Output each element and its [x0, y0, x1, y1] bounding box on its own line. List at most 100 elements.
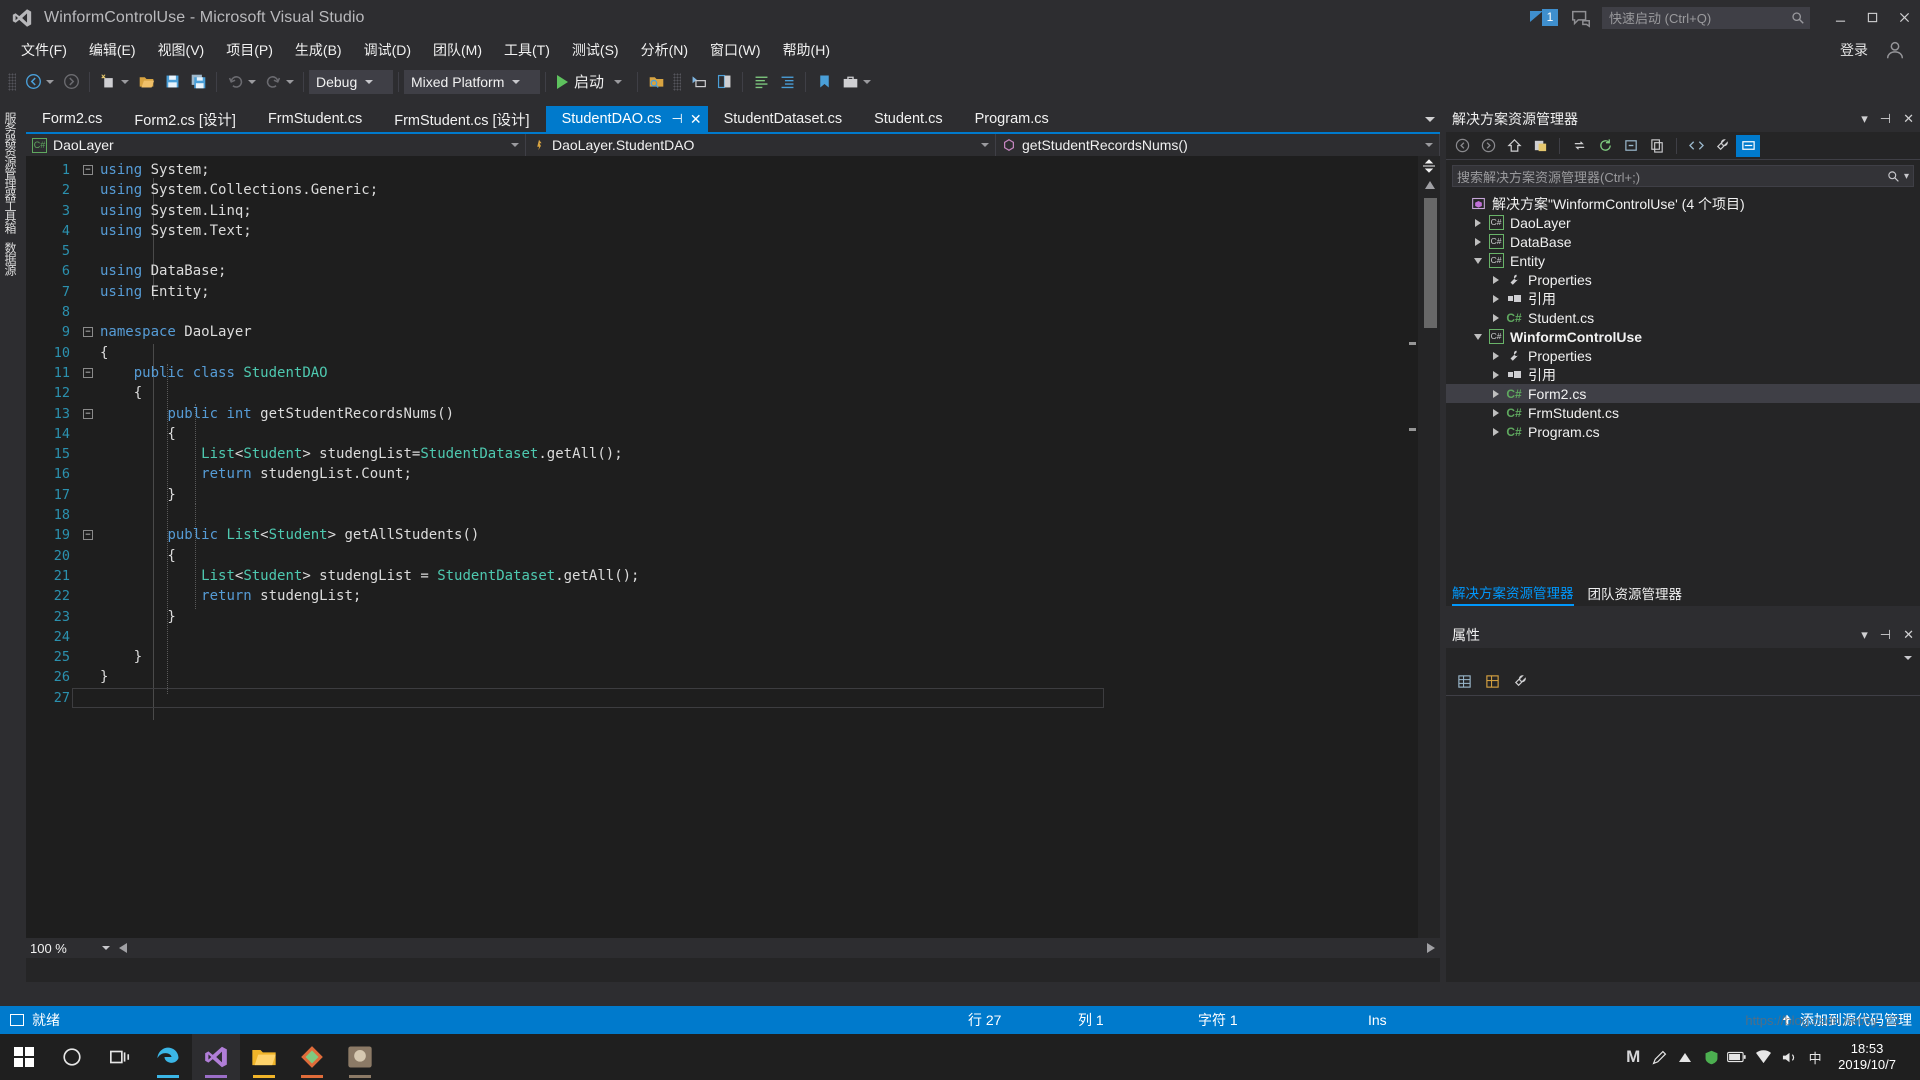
- account-icon[interactable]: [1884, 39, 1906, 61]
- bookmark-icon[interactable]: [811, 70, 837, 94]
- tree-item[interactable]: C# Form2.cs: [1446, 384, 1920, 403]
- maximize-button[interactable]: [1856, 3, 1888, 33]
- toolbar-grip[interactable]: [8, 72, 16, 91]
- editor-split-handle[interactable]: [1420, 156, 1438, 176]
- taskbar-app-explorer[interactable]: [240, 1034, 288, 1080]
- toolbox-icon[interactable]: [837, 70, 863, 94]
- tree-item[interactable]: C# DataBase: [1446, 232, 1920, 251]
- chevron-up-icon[interactable]: [1672, 1034, 1698, 1080]
- menu-item-debug[interactable]: 调试(D): [353, 37, 422, 63]
- tree-twisty-collapsed[interactable]: [1488, 275, 1504, 284]
- battery-icon[interactable]: [1724, 1034, 1750, 1080]
- tree-twisty-collapsed[interactable]: [1470, 218, 1486, 227]
- tree-twisty-expanded[interactable]: [1470, 333, 1486, 340]
- close-icon[interactable]: ✕: [1903, 627, 1914, 643]
- pending-changes-icon[interactable]: [1528, 135, 1552, 157]
- taskbar-app-visual-studio[interactable]: [192, 1034, 240, 1080]
- editor-zoom-combo[interactable]: 100 %: [26, 938, 114, 958]
- menu-item-view[interactable]: 视图(V): [147, 37, 216, 63]
- taskbar-app-photo[interactable]: [336, 1034, 384, 1080]
- show-desktop-button[interactable]: [1906, 1034, 1920, 1080]
- pen-icon[interactable]: [1646, 1034, 1672, 1080]
- tree-twisty-collapsed[interactable]: [1488, 389, 1504, 398]
- start-debug-dropdown-icon[interactable]: [614, 79, 623, 84]
- tree-twisty-collapsed[interactable]: [1488, 370, 1504, 379]
- open-file-icon[interactable]: [133, 70, 159, 94]
- search-icon[interactable]: [1887, 170, 1900, 183]
- send-feedback-icon[interactable]: [1570, 7, 1592, 29]
- preview-selected-items-icon[interactable]: [1736, 134, 1760, 157]
- new-project-icon[interactable]: [95, 70, 121, 94]
- tree-item[interactable]: C# DaoLayer: [1446, 213, 1920, 232]
- redo-icon[interactable]: [260, 70, 286, 94]
- indent-icon[interactable]: [774, 70, 800, 94]
- tray-m-icon[interactable]: M: [1620, 1034, 1646, 1080]
- tree-item[interactable]: Properties: [1446, 346, 1920, 365]
- outlining-margin[interactable]: − − − − −: [78, 160, 100, 708]
- tree-twisty-collapsed[interactable]: [1488, 313, 1504, 322]
- task-list-icon[interactable]: [748, 70, 774, 94]
- dock-tab-data-sources[interactable]: 数据源: [0, 236, 20, 281]
- tab-solution-explorer[interactable]: 解决方案资源管理器: [1452, 582, 1574, 606]
- solution-platform-combo[interactable]: Mixed Platform: [404, 69, 540, 94]
- tree-twisty-collapsed[interactable]: [1488, 351, 1504, 360]
- vertical-scroll-thumb[interactable]: [1424, 198, 1437, 328]
- tree-twisty-expanded[interactable]: [1470, 257, 1486, 264]
- show-all-files-icon[interactable]: [1645, 135, 1669, 157]
- navigate-forward-icon[interactable]: [58, 70, 84, 94]
- tree-item[interactable]: 引用: [1446, 289, 1920, 308]
- menu-item-analyze[interactable]: 分析(N): [630, 37, 699, 63]
- navigate-back-dropdown-icon[interactable]: [46, 79, 54, 84]
- menu-item-window[interactable]: 窗口(W): [699, 37, 772, 63]
- quick-launch-input[interactable]: 快速启动 (Ctrl+Q): [1602, 6, 1810, 29]
- menu-item-test[interactable]: 测试(S): [561, 37, 630, 63]
- properties-icon[interactable]: [1710, 135, 1734, 157]
- code-text[interactable]: using System; using System.Collections.Ge…: [100, 160, 640, 708]
- dock-tab-toolbox[interactable]: 工具箱: [0, 194, 20, 239]
- scroll-up-arrow-icon[interactable]: [1423, 178, 1437, 192]
- view-code-icon[interactable]: [1684, 135, 1708, 157]
- menu-item-help[interactable]: 帮助(H): [772, 37, 841, 63]
- tree-item[interactable]: 解决方案"WinformControlUse' (4 个项目): [1446, 194, 1920, 213]
- menu-item-project[interactable]: 项目(P): [215, 37, 284, 63]
- notifications-button[interactable]: 1: [1530, 9, 1558, 26]
- close-icon[interactable]: ✕: [1903, 111, 1914, 127]
- tree-twisty-collapsed[interactable]: [1488, 294, 1504, 303]
- properties-icon[interactable]: [1508, 671, 1532, 693]
- navbar-project-combo[interactable]: C# DaoLayer: [26, 134, 526, 156]
- tab-studentdataset-cs[interactable]: StudentDataset.cs: [707, 106, 859, 132]
- taskbar-app-colorful[interactable]: [288, 1034, 336, 1080]
- cortana-search-icon[interactable]: [48, 1034, 96, 1080]
- solution-configuration-combo[interactable]: Debug: [309, 69, 393, 94]
- toolbox-dropdown-icon[interactable]: [863, 79, 872, 84]
- compare-files-icon[interactable]: [711, 70, 737, 94]
- tab-team-explorer[interactable]: 团队资源管理器: [1588, 583, 1683, 605]
- tree-item[interactable]: 引用: [1446, 365, 1920, 384]
- tab-student-cs[interactable]: Student.cs: [858, 106, 959, 132]
- shield-green-icon[interactable]: [1698, 1034, 1724, 1080]
- save-icon[interactable]: [159, 70, 185, 94]
- navbar-member-combo[interactable]: getStudentRecordsNums(): [996, 134, 1440, 156]
- navigate-back-icon[interactable]: [20, 70, 46, 94]
- code-editor-pane[interactable]: 1 2 3 4 5 6 7 8 9 10 11 12 13 14 15 16 17 18 19 20 21 22 23 24 2…: [26, 156, 1440, 956]
- collapse-region-icon[interactable]: −: [83, 530, 93, 541]
- start-debug-button[interactable]: 启动: [551, 71, 632, 92]
- menu-item-tools[interactable]: 工具(T): [493, 37, 561, 63]
- menu-item-build[interactable]: 生成(B): [284, 37, 353, 63]
- pin-icon[interactable]: ⊣: [1880, 111, 1891, 127]
- new-project-dropdown-icon[interactable]: [121, 79, 129, 84]
- attach-to-process-icon[interactable]: [685, 70, 711, 94]
- minimize-button[interactable]: [1824, 3, 1856, 33]
- tab-studentdao-cs[interactable]: StudentDAO.cs ⊣ ✕: [545, 106, 708, 132]
- close-button[interactable]: [1888, 3, 1920, 33]
- chevron-down-icon[interactable]: ▾: [1861, 627, 1868, 643]
- solution-explorer-search-input[interactable]: 搜索解决方案资源管理器(Ctrl+;) ▾: [1452, 165, 1914, 187]
- undo-dropdown-icon[interactable]: [248, 79, 256, 84]
- tab-overflow-button[interactable]: [1420, 106, 1440, 132]
- taskbar-clock[interactable]: 18:53 2019/10/7: [1828, 1041, 1906, 1073]
- menu-item-edit[interactable]: 编辑(E): [78, 37, 147, 63]
- find-in-files-icon[interactable]: [643, 70, 669, 94]
- ime-icon[interactable]: 中: [1802, 1034, 1828, 1080]
- tree-twisty-collapsed[interactable]: [1488, 427, 1504, 436]
- alphabetical-icon[interactable]: [1480, 671, 1504, 693]
